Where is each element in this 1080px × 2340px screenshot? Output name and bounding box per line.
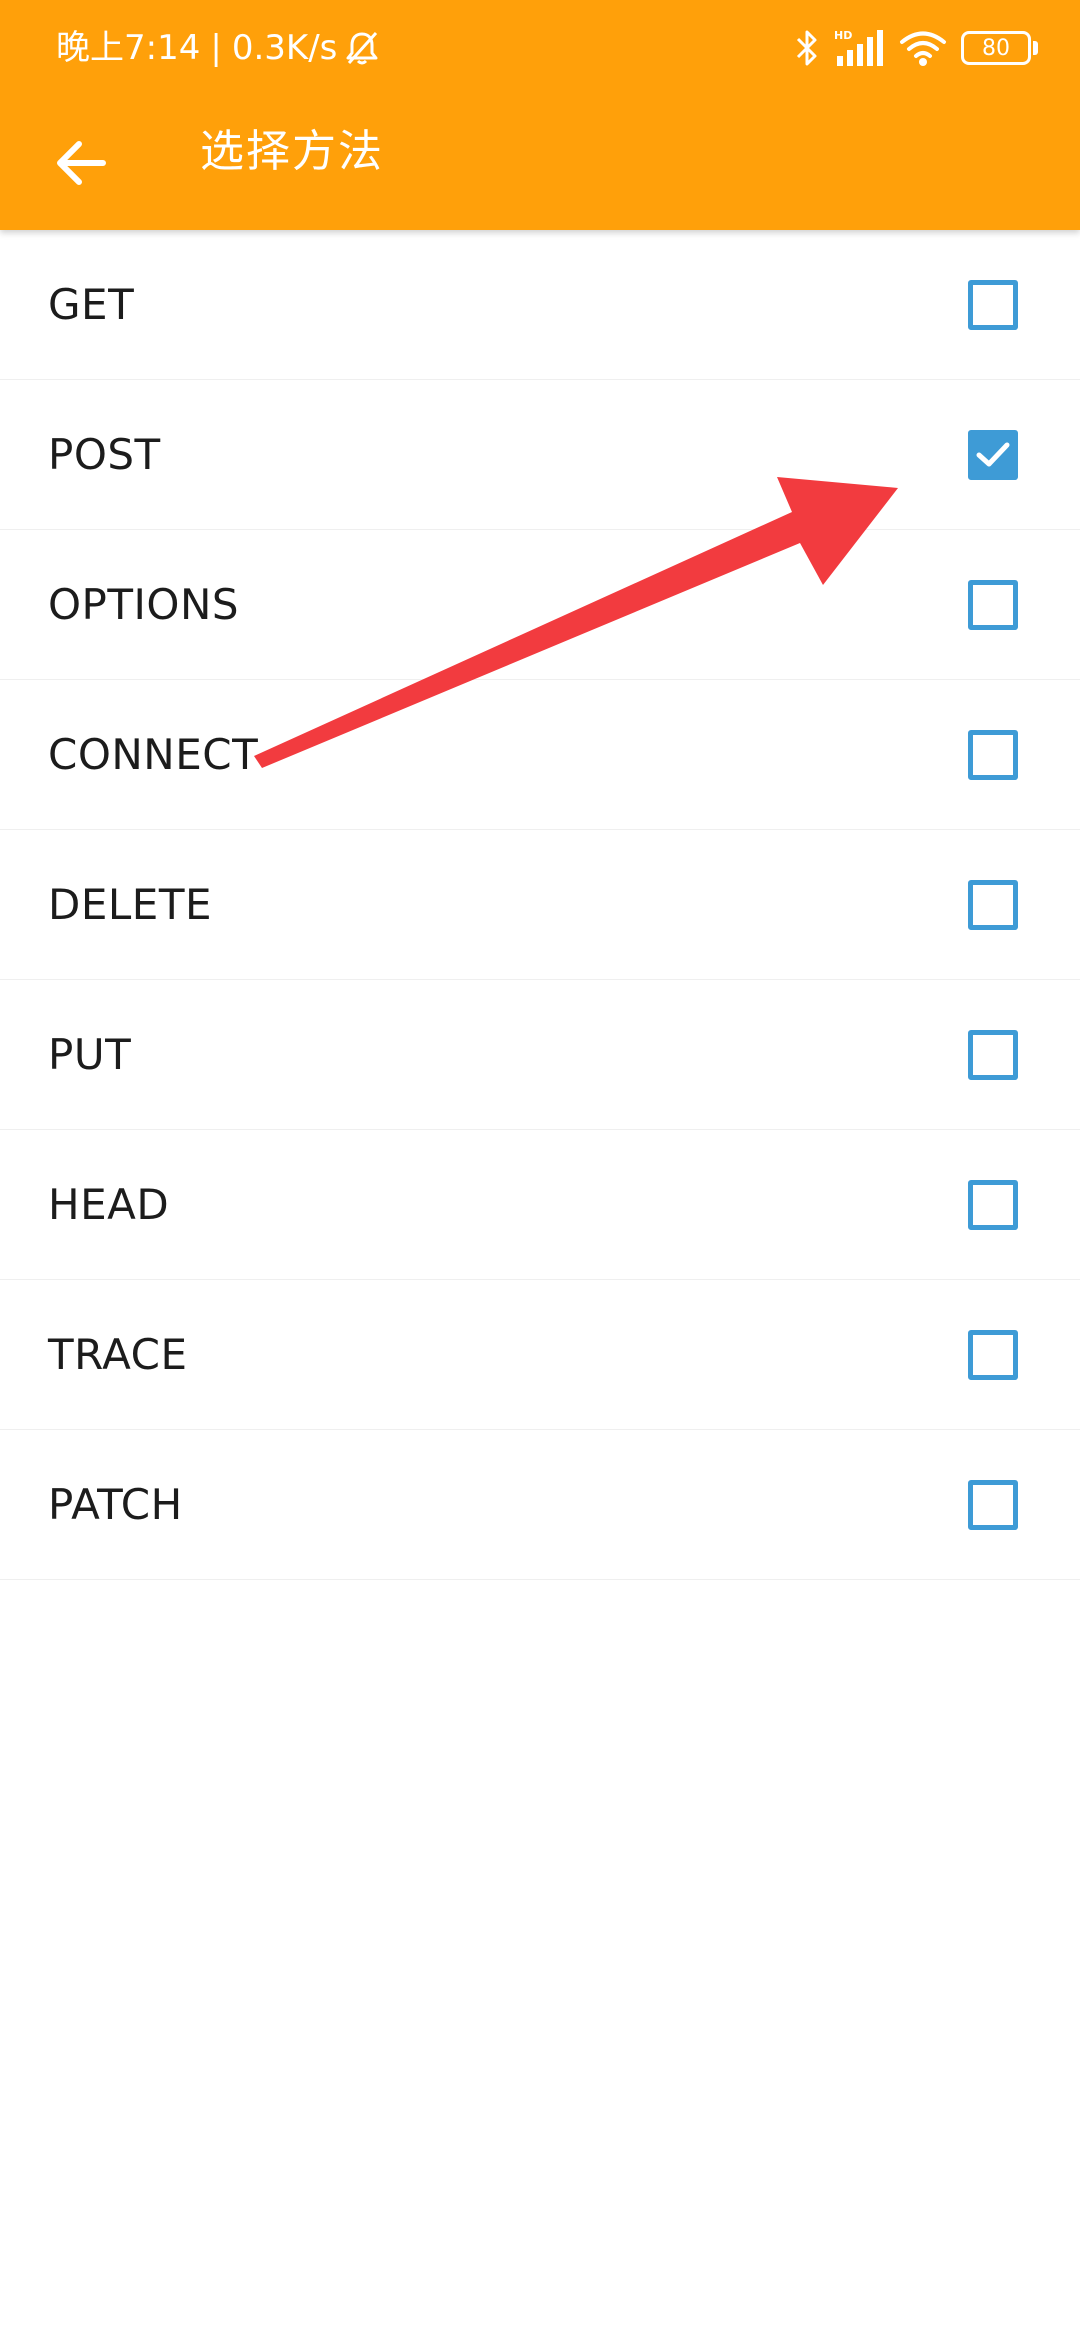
bell-off-icon	[346, 31, 378, 65]
battery-body: 80	[961, 31, 1031, 65]
checkbox-get[interactable]	[968, 279, 1018, 330]
method-row-connect[interactable]: CONNECT	[0, 680, 1080, 830]
method-label: CONNECT	[48, 730, 259, 779]
method-row-patch[interactable]: PATCH	[0, 1430, 1080, 1580]
method-row-options[interactable]: OPTIONS	[0, 530, 1080, 680]
method-row-head[interactable]: HEAD	[0, 1130, 1080, 1280]
status-bar: 晚上7:14 | 0.3K/s HD 80	[0, 0, 1080, 96]
method-row-delete[interactable]: DELETE	[0, 830, 1080, 980]
method-list: GET POST OPTIONS CONNECT DELETE PUT HEAD…	[0, 230, 1080, 1580]
checkbox-options[interactable]	[968, 579, 1018, 630]
checkmark-icon	[976, 442, 1010, 466]
method-label: TRACE	[48, 1330, 188, 1379]
method-row-post[interactable]: POST	[0, 380, 1080, 530]
method-label: DELETE	[48, 880, 213, 929]
checkbox-trace[interactable]	[968, 1329, 1018, 1380]
battery-icon: 80	[961, 31, 1038, 65]
network-speed: 0.3K/s	[231, 28, 338, 68]
method-row-trace[interactable]: TRACE	[0, 1280, 1080, 1430]
checkbox-put[interactable]	[968, 1029, 1018, 1080]
bluetooth-icon	[795, 28, 819, 68]
method-row-get[interactable]: GET	[0, 230, 1080, 380]
checkbox-patch[interactable]	[968, 1479, 1018, 1530]
battery-tip	[1033, 41, 1038, 55]
method-label: PUT	[48, 1030, 132, 1079]
checkbox-delete[interactable]	[968, 879, 1018, 930]
arrow-left-icon	[57, 141, 106, 185]
method-label: PATCH	[48, 1480, 183, 1529]
toolbar: 选择方法	[0, 96, 1080, 230]
method-label: OPTIONS	[48, 580, 240, 629]
hd-signal-icon: HD	[833, 28, 885, 68]
checkbox-connect[interactable]	[968, 729, 1018, 780]
method-row-put[interactable]: PUT	[0, 980, 1080, 1130]
svg-text:HD: HD	[834, 29, 852, 42]
wifi-icon	[899, 29, 947, 67]
battery-level: 80	[982, 35, 1010, 61]
back-button[interactable]	[36, 118, 126, 208]
method-label: GET	[48, 280, 135, 329]
status-separator: |	[210, 28, 222, 68]
method-label: POST	[48, 430, 161, 479]
checkbox-head[interactable]	[968, 1179, 1018, 1230]
method-label: HEAD	[48, 1180, 170, 1229]
app-bar: 晚上7:14 | 0.3K/s HD 80 选择方法	[0, 0, 1080, 230]
status-left: 晚上7:14 | 0.3K/s	[56, 26, 379, 70]
status-time: 晚上7:14	[56, 28, 201, 68]
status-right: HD 80	[781, 24, 1038, 72]
checkbox-post[interactable]	[968, 429, 1018, 480]
page-title: 选择方法	[200, 126, 384, 177]
